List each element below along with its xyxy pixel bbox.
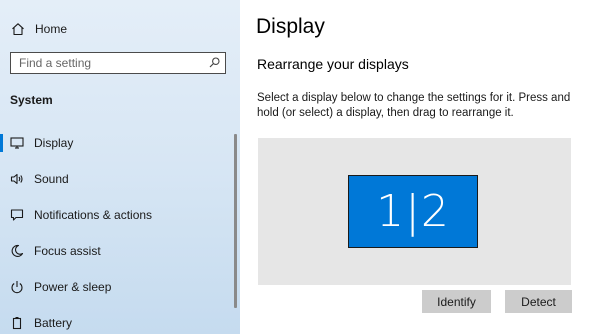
sidebar-item-sound[interactable]: Sound [0, 164, 234, 194]
sidebar-item-power-sleep[interactable]: Power & sleep [0, 272, 234, 302]
search-box [10, 52, 226, 74]
section-title: System [10, 93, 53, 107]
sidebar-item-display[interactable]: Display [0, 128, 234, 158]
home-nav-item[interactable]: Home [0, 14, 240, 44]
monitor-label: 1|2 [376, 186, 450, 237]
search-icon[interactable] [209, 57, 220, 68]
description-text: Select a display below to change the set… [257, 92, 571, 119]
search-input[interactable] [11, 53, 209, 72]
sidebar-item-label: Sound [34, 172, 69, 186]
monitor-icon [10, 137, 24, 149]
sidebar-item-label: Power & sleep [34, 280, 112, 294]
main-content: Display Rearrange your displays Select a… [240, 0, 592, 334]
section-heading: Rearrange your displays [257, 56, 409, 72]
sidebar-item-label: Focus assist [34, 244, 101, 258]
speaker-icon [10, 173, 23, 185]
monitor-tile[interactable]: 1|2 [348, 175, 478, 248]
identify-button[interactable]: Identify [422, 290, 491, 313]
page-title: Display [256, 15, 325, 38]
sidebar-item-notifications[interactable]: Notifications & actions [0, 200, 234, 230]
power-icon [11, 281, 23, 294]
sidebar-item-focus-assist[interactable]: Focus assist [0, 236, 234, 266]
sidebar: Home System Display Sound Notifications [0, 0, 240, 334]
detect-button[interactable]: Detect [505, 290, 572, 313]
notification-icon [10, 209, 24, 221]
sidebar-item-battery[interactable]: Battery [0, 308, 234, 334]
sidebar-item-label: Battery [34, 316, 73, 330]
home-label: Home [35, 22, 68, 36]
sidebar-item-label: Notifications & actions [34, 208, 153, 222]
moon-icon [11, 244, 24, 257]
home-icon [12, 23, 24, 36]
display-arrangement-area[interactable]: 1|2 [258, 138, 571, 285]
sidebar-scrollbar[interactable] [234, 134, 237, 308]
sidebar-item-label: Display [34, 136, 74, 150]
battery-icon [12, 317, 22, 330]
